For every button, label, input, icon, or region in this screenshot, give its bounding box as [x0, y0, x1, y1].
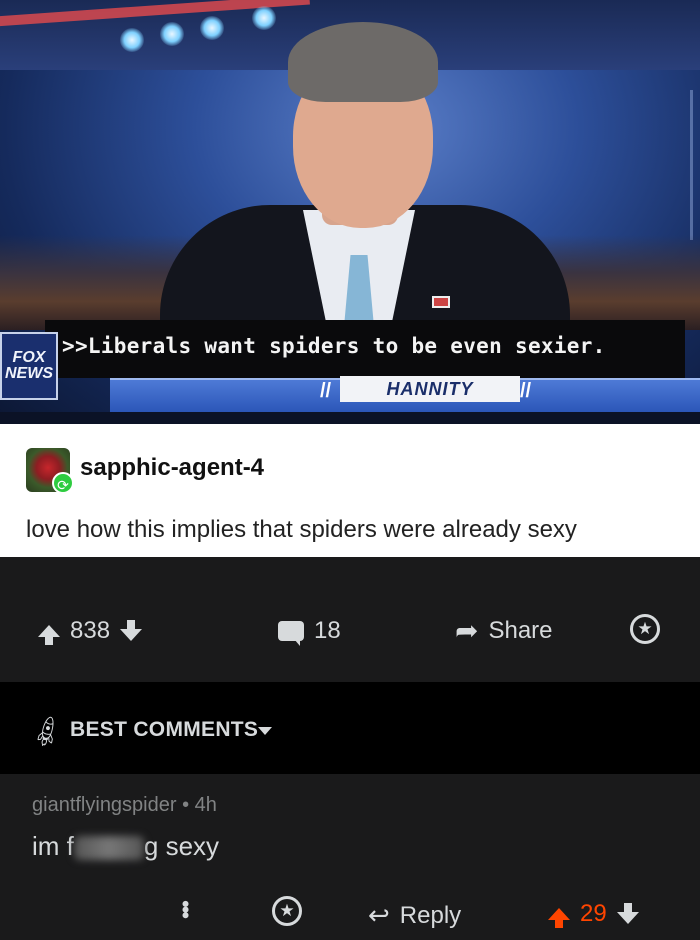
- tumblr-post: ⟳ sapphic-agent-4 love how this implies …: [0, 424, 700, 557]
- comment-vote-group: 29: [548, 900, 639, 928]
- more-options-button[interactable]: •••: [173, 900, 198, 918]
- network-logo: FOX NEWS: [0, 332, 58, 400]
- post-author[interactable]: sapphic-agent-4: [80, 454, 264, 482]
- comments-button[interactable]: 18: [278, 617, 341, 646]
- chevron-down-icon[interactable]: [258, 727, 272, 735]
- comment-username[interactable]: giantflyingspider: [32, 794, 177, 816]
- anchor-hair: [288, 22, 438, 102]
- flag-pin: [432, 296, 450, 308]
- vote-group: 838: [38, 617, 143, 645]
- stripe-decoration: //: [520, 380, 532, 402]
- comment-text-start: im f: [32, 831, 74, 861]
- network-logo-line2: NEWS: [5, 365, 53, 382]
- show-name-plate: HANNITY: [340, 376, 520, 402]
- comment-age: 4h: [194, 794, 217, 816]
- stripe-decoration: //: [320, 380, 332, 402]
- network-logo-line1: FOX: [12, 349, 46, 366]
- censor-blur: [73, 836, 144, 861]
- share-label: Share: [488, 617, 553, 644]
- comment-award-button[interactable]: ★: [272, 896, 302, 926]
- reply-button[interactable]: ↩ Reply: [368, 900, 461, 931]
- arrow-up-icon[interactable]: [38, 625, 60, 645]
- reblog-icon: ⟳: [52, 472, 74, 494]
- sort-label[interactable]: BEST COMMENTS: [70, 718, 258, 742]
- comment-text-end: g sexy: [143, 831, 220, 861]
- lower-third: >>Liberals want spiders to be even sexie…: [0, 320, 700, 424]
- ticker-strip: [0, 412, 700, 424]
- comment-bubble-icon: [278, 621, 304, 646]
- comment-score: 29: [580, 900, 607, 927]
- upvote-count: 838: [70, 617, 111, 644]
- reply-label: Reply: [399, 901, 462, 929]
- comment-meta: giantflyingspider • 4h: [32, 794, 217, 817]
- post-action-bar: 838 18 ➦ Share ★: [0, 557, 700, 682]
- meta-separator: •: [182, 794, 190, 816]
- show-name: HANNITY: [386, 378, 474, 399]
- caption-text: >>Liberals want spiders to be even sexie…: [62, 334, 606, 358]
- award-button[interactable]: ★: [630, 614, 660, 644]
- comment-body: im f g sexy: [32, 831, 219, 862]
- award-icon: ★: [630, 614, 660, 644]
- reply-arrow-icon: ↩: [368, 900, 390, 930]
- post-text: love how this implies that spiders were …: [26, 516, 577, 543]
- share-arrow-icon: ➦: [455, 615, 479, 646]
- arrow-up-icon[interactable]: [548, 908, 570, 928]
- comment-sort-bar[interactable]: 🚀︎ BEST COMMENTS: [0, 682, 700, 774]
- post-image[interactable]: >>Liberals want spiders to be even sexie…: [0, 0, 700, 424]
- share-button[interactable]: ➦ Share: [455, 617, 553, 645]
- more-options-icon: •••: [173, 900, 198, 918]
- rocket-icon: 🚀︎: [27, 713, 68, 752]
- arrow-down-icon[interactable]: [120, 620, 143, 641]
- comment: giantflyingspider • 4h im fg sexy ••• ★ …: [0, 774, 700, 940]
- award-icon: ★: [272, 896, 302, 926]
- arrow-down-icon[interactable]: [616, 903, 639, 924]
- comment-count: 18: [314, 617, 341, 644]
